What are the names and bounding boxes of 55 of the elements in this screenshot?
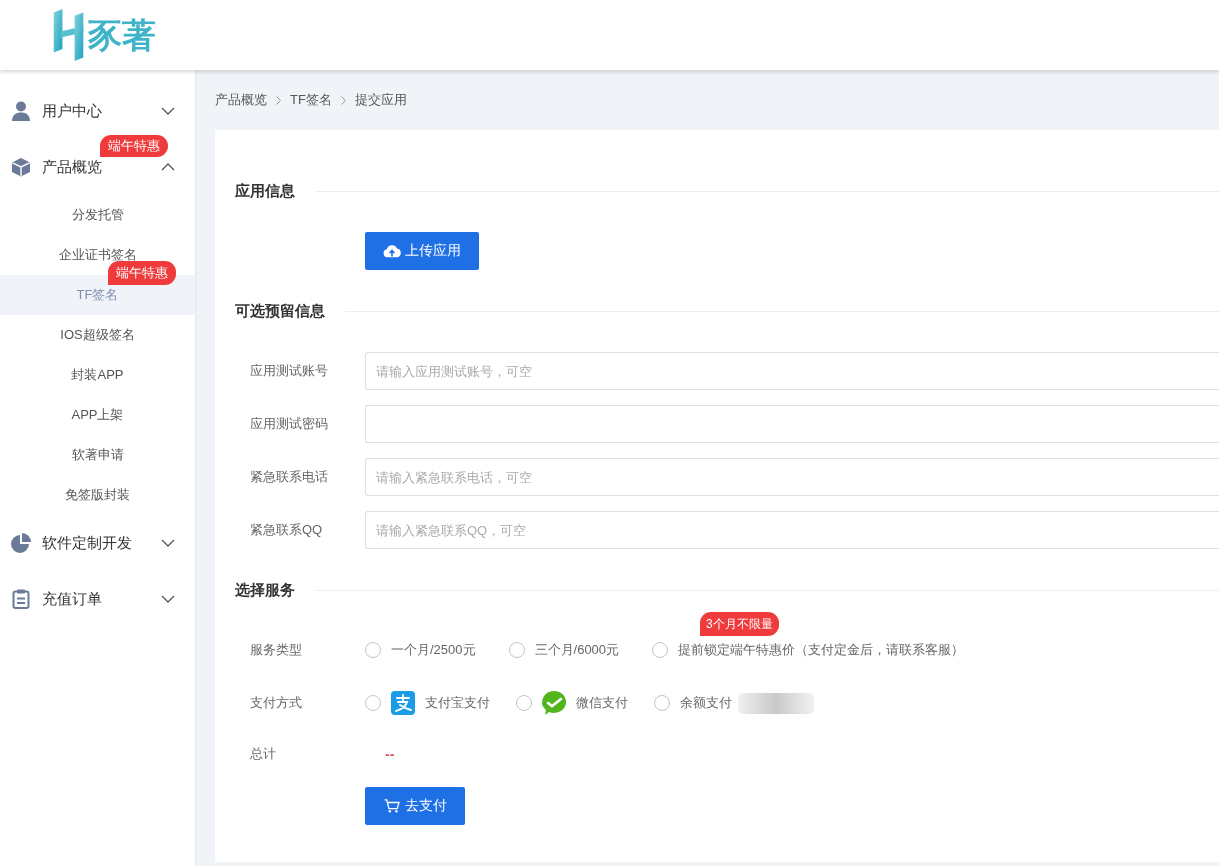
breadcrumb-current: 提交应用	[354, 91, 407, 109]
nav-item[interactable]: 软件定制开发	[0, 531, 195, 555]
nav-subitem[interactable]: IOS超级签名	[0, 324, 195, 346]
radio-button[interactable]	[654, 695, 670, 711]
field-label: 支付方式	[250, 694, 303, 712]
total-value: --	[385, 746, 395, 762]
field-label: 应用测试密码	[250, 415, 329, 433]
logo-text: 豕著	[88, 14, 156, 56]
radio-button[interactable]	[365, 695, 381, 711]
radio-button[interactable]	[652, 642, 669, 658]
pie-chart-icon	[11, 533, 31, 553]
input-field[interactable]: 请输入紧急联系电话，可空	[365, 458, 1219, 496]
section-title: 选择服务	[235, 580, 295, 600]
radio-option[interactable]: 三个月/6000元	[508, 641, 620, 659]
cube-icon	[11, 157, 31, 177]
payment-logo-icon	[391, 691, 415, 715]
nav-subitem[interactable]: 软著申请	[0, 444, 195, 466]
nav-item[interactable]: 用户中心	[0, 99, 195, 123]
promo-badge: 端午特惠	[108, 261, 176, 285]
nav-subitem[interactable]: 分发托管	[0, 204, 195, 226]
input-field[interactable]: 请输入应用测试账号，可空	[365, 352, 1219, 390]
pay-button[interactable]: 去支付	[365, 787, 465, 825]
radio-option[interactable]: 支付宝支付	[365, 691, 490, 715]
chevron-right-icon	[276, 95, 281, 105]
radio-option[interactable]: 提前锁定端午特惠价（支付定金后，请联系客服）	[652, 641, 965, 659]
field-label: 紧急联系QQ	[250, 521, 324, 539]
nav-subitem[interactable]: APP上架	[0, 404, 195, 426]
breadcrumb-link[interactable]: TF签名	[290, 91, 332, 109]
nav-subitem[interactable]: 免签版封装	[0, 484, 195, 506]
radio-option[interactable]: 微信支付	[516, 691, 628, 715]
promo-badge: 端午特惠	[100, 135, 168, 157]
upload-button[interactable]: 上传应用	[365, 232, 479, 270]
section-title: 应用信息	[235, 181, 295, 201]
radio-option[interactable]: 一个月/2500元	[365, 641, 476, 659]
radio-button[interactable]	[516, 695, 532, 711]
field-label: 应用测试账号	[250, 362, 329, 380]
cart-icon	[383, 799, 401, 813]
input-field[interactable]	[365, 405, 1219, 443]
breadcrumb-link[interactable]: 产品概览	[215, 91, 267, 109]
promo-badge: 3个月不限量	[700, 612, 779, 636]
section-title: 可选预留信息	[235, 301, 325, 321]
radio-option[interactable]: 余额支付	[654, 694, 732, 712]
nav-subitem[interactable]: 封装APP	[0, 364, 195, 386]
field-label: 总计	[250, 745, 277, 763]
field-label: 服务类型	[250, 641, 303, 659]
clipboard-icon	[11, 589, 31, 609]
radio-button[interactable]	[365, 642, 381, 658]
nav-item[interactable]: 产品概览	[0, 155, 195, 179]
field-label: 紧急联系电话	[250, 468, 329, 486]
radio-button[interactable]	[508, 642, 525, 658]
input-field[interactable]: 请输入紧急联系QQ，可空	[365, 511, 1219, 549]
cloud-upload-icon	[383, 244, 401, 258]
nav-item[interactable]: 充值订单	[0, 587, 195, 611]
chevron-right-icon	[340, 95, 346, 105]
user-icon	[11, 101, 31, 121]
